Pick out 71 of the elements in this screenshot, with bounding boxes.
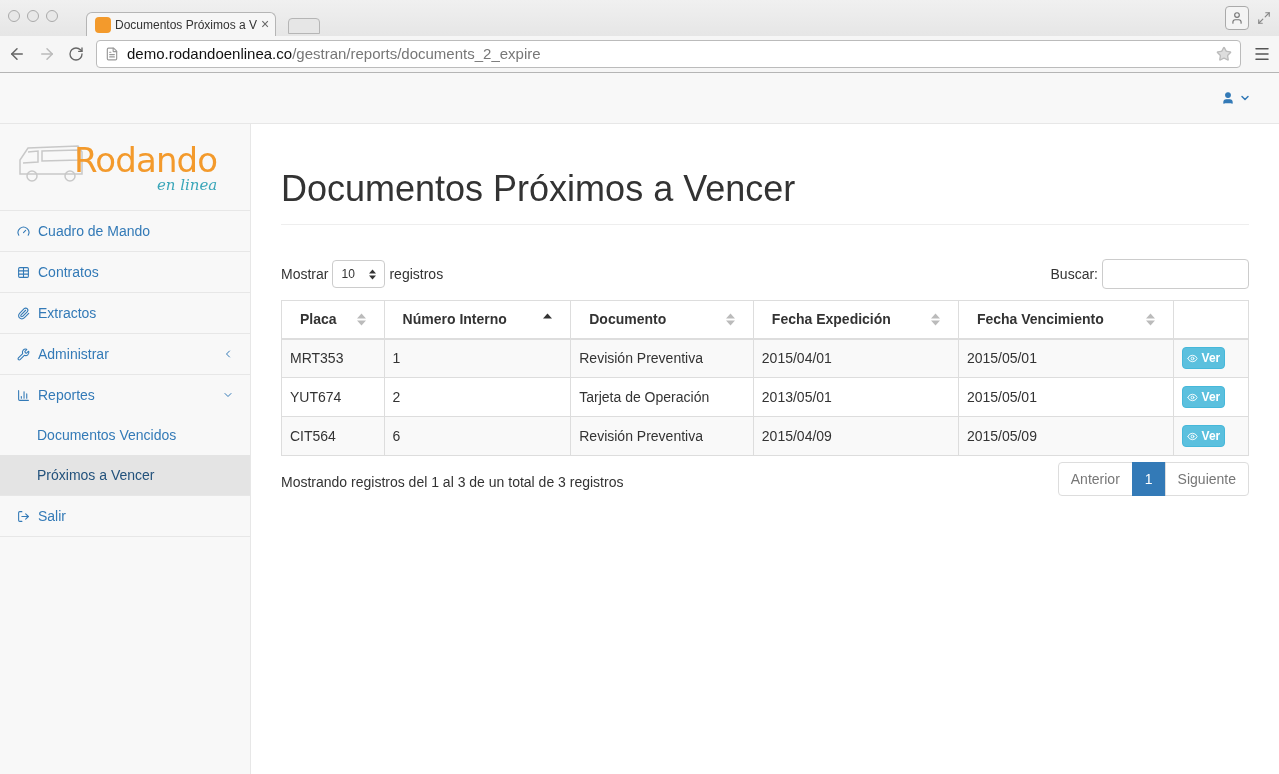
user-icon [1221,91,1235,105]
column-header[interactable]: Número Interno [384,300,571,339]
sidebar-item[interactable]: Cuadro de Mando [0,211,250,251]
bar-chart-icon [17,388,30,402]
url-text: demo.rodandoenlinea.co/gestran/reports/documents_2_expire [127,43,541,64]
column-header[interactable]: Fecha Expedición [753,300,959,339]
table-cell: 2 [384,377,571,417]
window-control-icon[interactable] [8,10,20,22]
table-cell: 2015/05/09 [958,416,1174,456]
person-icon [1230,11,1244,25]
page-size-select[interactable]: 10 [332,260,386,288]
sidebar-item[interactable]: Salir [0,496,250,536]
sidebar-item[interactable]: Contratos [0,252,250,292]
eye-icon [1186,391,1198,403]
table-cell: 2015/05/01 [958,377,1174,417]
fullscreen-icon[interactable] [1257,11,1271,25]
table-info: Mostrando registros del 1 al 3 de un total de 3 registros [281,473,624,492]
pagination-button[interactable]: 1 [1131,462,1166,496]
site-favicon-icon [95,16,111,33]
new-tab-button[interactable] [288,18,320,34]
table-cell: MRT353 [281,338,385,378]
column-header[interactable]: Placa [281,300,385,339]
back-icon[interactable] [8,45,26,63]
paperclip-icon [17,306,30,320]
table-cell: 2015/04/09 [753,416,959,456]
page-title: Documentos Próximos a Vencer [281,162,1249,225]
sidebar-subitem[interactable]: Documentos Vencidos [0,415,250,455]
browser-tab[interactable]: Documentos Próximos a V × [86,12,276,36]
logo-tagline: en linea [156,178,218,192]
table-cell: Revisión Preventiva [570,338,754,378]
table-icon [17,265,30,279]
column-header[interactable]: Documento [570,300,754,339]
table-cell: 1 [384,338,571,378]
page-icon [105,47,119,61]
exit-icon [17,509,30,523]
dropdown-arrows-icon [369,268,377,280]
pagination-button[interactable]: Anterior [1057,462,1133,496]
sidebar-subitem[interactable]: Próximos a Vencer [0,455,250,495]
menu-icon[interactable] [1253,45,1271,63]
table-cell: 2013/05/01 [753,377,959,417]
table-cell: Tarjeta de Operación [570,377,754,417]
eye-icon [1186,430,1198,442]
table-cell: 2015/04/01 [753,338,959,378]
user-menu-button[interactable] [1221,91,1251,105]
table-cell: Revisión Preventiva [570,416,754,456]
window-control-icon[interactable] [27,10,39,22]
show-label: Mostrar [281,264,329,284]
tab-close-button[interactable]: × [261,14,270,35]
tab-title: Documentos Próximos a V [115,16,258,34]
logo-name: Rodando [74,142,218,178]
sidebar-item[interactable]: Reportes [0,375,250,415]
address-bar[interactable]: demo.rodandoenlinea.co/gestran/reports/documents_2_expire [96,40,1241,68]
window-control-icon[interactable] [46,10,58,22]
forward-icon[interactable] [38,45,56,63]
reload-icon[interactable] [68,46,84,62]
bookmark-star-icon[interactable] [1216,46,1232,62]
sidebar-item[interactable]: Extractos [0,293,250,333]
search-label: Buscar: [1050,264,1098,284]
table-cell: YUT674 [281,377,385,417]
column-header[interactable]: Fecha Vencimiento [958,300,1174,339]
wrench-icon [17,347,30,361]
search-field[interactable] [1102,259,1249,289]
records-label: registros [389,264,444,284]
profile-button[interactable] [1225,6,1249,30]
sidebar-item[interactable]: Administrar [0,334,250,374]
eye-icon [1186,352,1198,364]
table-cell: CIT564 [281,416,385,456]
table-cell: 6 [384,416,571,456]
pagination-button[interactable]: Siguiente [1164,462,1249,496]
table-cell: 2015/05/01 [958,338,1174,378]
gauge-icon [17,224,30,238]
